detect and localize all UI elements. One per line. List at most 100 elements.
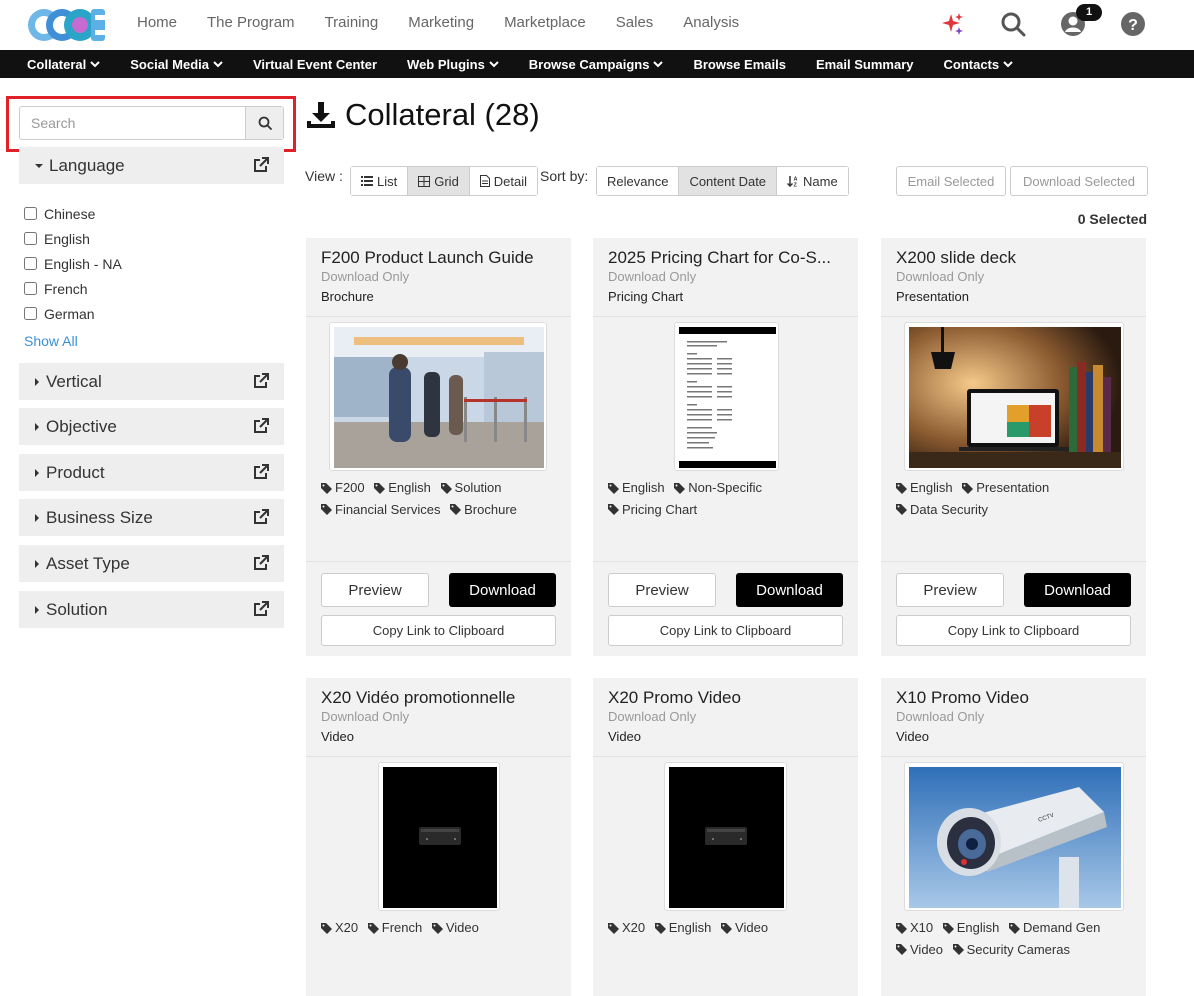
card-title[interactable]: X20 Promo Video (608, 688, 848, 708)
tag[interactable]: X20 (608, 918, 645, 938)
facet-objective[interactable]: Objective (19, 408, 284, 445)
nav-the-program[interactable]: The Program (207, 14, 295, 31)
sort-name-button[interactable]: AZ Name (777, 167, 848, 195)
facet-business-size[interactable]: Business Size (19, 499, 284, 536)
tag[interactable]: X10 (896, 918, 933, 938)
sort-relevance-button[interactable]: Relevance (597, 167, 680, 195)
view-grid-button[interactable]: Grid (408, 167, 470, 195)
subnav-collateral[interactable]: Collateral (27, 57, 100, 72)
facet-product[interactable]: Product (19, 454, 284, 491)
tag[interactable]: Video (431, 918, 479, 938)
card-thumbnail[interactable] (664, 762, 787, 911)
card-title[interactable]: X10 Promo Video (896, 688, 1136, 708)
card-title[interactable]: F200 Product Launch Guide (321, 248, 561, 268)
subnav-browse-emails[interactable]: Browse Emails (693, 57, 786, 72)
grid-icon (418, 175, 431, 187)
subnav-browse-campaigns[interactable]: Browse Campaigns (529, 57, 664, 72)
ccoe-logo[interactable] (27, 4, 107, 46)
tag[interactable]: Brochure (450, 500, 517, 520)
tag[interactable]: Video (896, 940, 943, 960)
language-checkbox[interactable] (24, 307, 37, 320)
tag[interactable]: English (374, 478, 431, 498)
card-thumbnail[interactable] (329, 322, 547, 471)
language-option[interactable]: French (24, 276, 122, 301)
external-link-icon[interactable] (252, 554, 270, 572)
subnav-email-summary[interactable]: Email Summary (816, 57, 914, 72)
help-icon[interactable]: ? (1119, 10, 1147, 38)
card-title[interactable]: X200 slide deck (896, 248, 1136, 268)
nav-marketing[interactable]: Marketing (408, 14, 474, 31)
tag[interactable]: Presentation (962, 478, 1049, 498)
external-link-icon[interactable] (252, 463, 270, 481)
nav-marketplace[interactable]: Marketplace (504, 14, 586, 31)
card-thumbnail[interactable]: CCTV (904, 762, 1124, 911)
preview-button[interactable]: Preview (896, 573, 1004, 607)
download-button[interactable]: Download (449, 573, 556, 607)
external-link-icon[interactable] (252, 508, 270, 526)
card-thumbnail[interactable] (378, 762, 500, 911)
subnav-web-plugins[interactable]: Web Plugins (407, 57, 499, 72)
language-option[interactable]: Chinese (24, 201, 122, 226)
external-link-icon[interactable] (252, 600, 270, 618)
tag[interactable]: Solution (440, 478, 502, 498)
copy-link-button[interactable]: Copy Link to Clipboard (321, 615, 556, 646)
tag[interactable]: Video (721, 918, 768, 938)
preview-button[interactable]: Preview (321, 573, 429, 607)
view-detail-button[interactable]: Detail (469, 167, 538, 195)
facet-language[interactable]: Language (19, 147, 284, 184)
tag[interactable]: Data Security (896, 500, 988, 520)
tag[interactable]: French (367, 918, 422, 938)
card-title[interactable]: X20 Vidéo promotionnelle (321, 688, 561, 708)
language-checkbox[interactable] (24, 257, 37, 270)
tag[interactable]: F200 (321, 478, 365, 498)
search-button[interactable] (245, 107, 283, 139)
language-checkbox[interactable] (24, 282, 37, 295)
facet-asset-type[interactable]: Asset Type (19, 545, 284, 582)
facet-vertical[interactable]: Vertical (19, 363, 284, 400)
external-link-icon[interactable] (252, 417, 270, 435)
copy-link-button[interactable]: Copy Link to Clipboard (608, 615, 843, 646)
language-option[interactable]: English - NA (24, 251, 122, 276)
tag[interactable]: English (942, 918, 999, 938)
show-all-link[interactable]: Show All (24, 333, 78, 349)
tag[interactable]: X20 (321, 918, 358, 938)
card-thumbnail[interactable] (904, 322, 1124, 471)
external-link-icon[interactable] (252, 156, 270, 174)
subnav-contacts[interactable]: Contacts (944, 57, 1014, 72)
tag[interactable]: English (654, 918, 711, 938)
language-option[interactable]: English (24, 226, 122, 251)
language-checkbox[interactable] (24, 232, 37, 245)
facet-solution[interactable]: Solution (19, 591, 284, 628)
copy-link-button[interactable]: Copy Link to Clipboard (896, 615, 1131, 646)
tag[interactable]: English (608, 478, 665, 498)
tag[interactable]: Financial Services (321, 500, 441, 520)
chevron-down-icon (489, 61, 499, 68)
nav-training[interactable]: Training (325, 14, 379, 31)
subnav-social-media[interactable]: Social Media (130, 57, 223, 72)
nav-home[interactable]: Home (137, 14, 177, 31)
tag[interactable]: Pricing Chart (608, 500, 697, 520)
sort-content-date-button[interactable]: Content Date (679, 167, 778, 195)
email-selected-button[interactable]: Email Selected (896, 166, 1006, 196)
tag[interactable]: Demand Gen (1009, 918, 1100, 938)
download-button[interactable]: Download (736, 573, 843, 607)
preview-button[interactable]: Preview (608, 573, 716, 607)
language-option[interactable]: German (24, 301, 122, 326)
tag[interactable]: English (896, 478, 953, 498)
tag[interactable]: Non-Specific (674, 478, 762, 498)
card-title[interactable]: 2025 Pricing Chart for Co-S... (608, 248, 848, 268)
download-selected-button[interactable]: Download Selected (1010, 166, 1148, 196)
nav-analysis[interactable]: Analysis (683, 14, 739, 31)
search-icon[interactable] (999, 10, 1027, 38)
download-button[interactable]: Download (1024, 573, 1131, 607)
search-input[interactable] (20, 107, 246, 139)
external-link-icon[interactable] (252, 372, 270, 390)
subnav-virtual-event-center[interactable]: Virtual Event Center (253, 57, 377, 72)
view-list-button[interactable]: List (351, 167, 409, 195)
tag-label: Pricing Chart (622, 501, 698, 517)
tag[interactable]: Security Cameras (952, 940, 1070, 960)
card-thumbnail[interactable] (674, 322, 779, 471)
nav-sales[interactable]: Sales (616, 14, 654, 31)
sparkle-icon[interactable] (938, 10, 966, 38)
language-checkbox[interactable] (24, 207, 37, 220)
